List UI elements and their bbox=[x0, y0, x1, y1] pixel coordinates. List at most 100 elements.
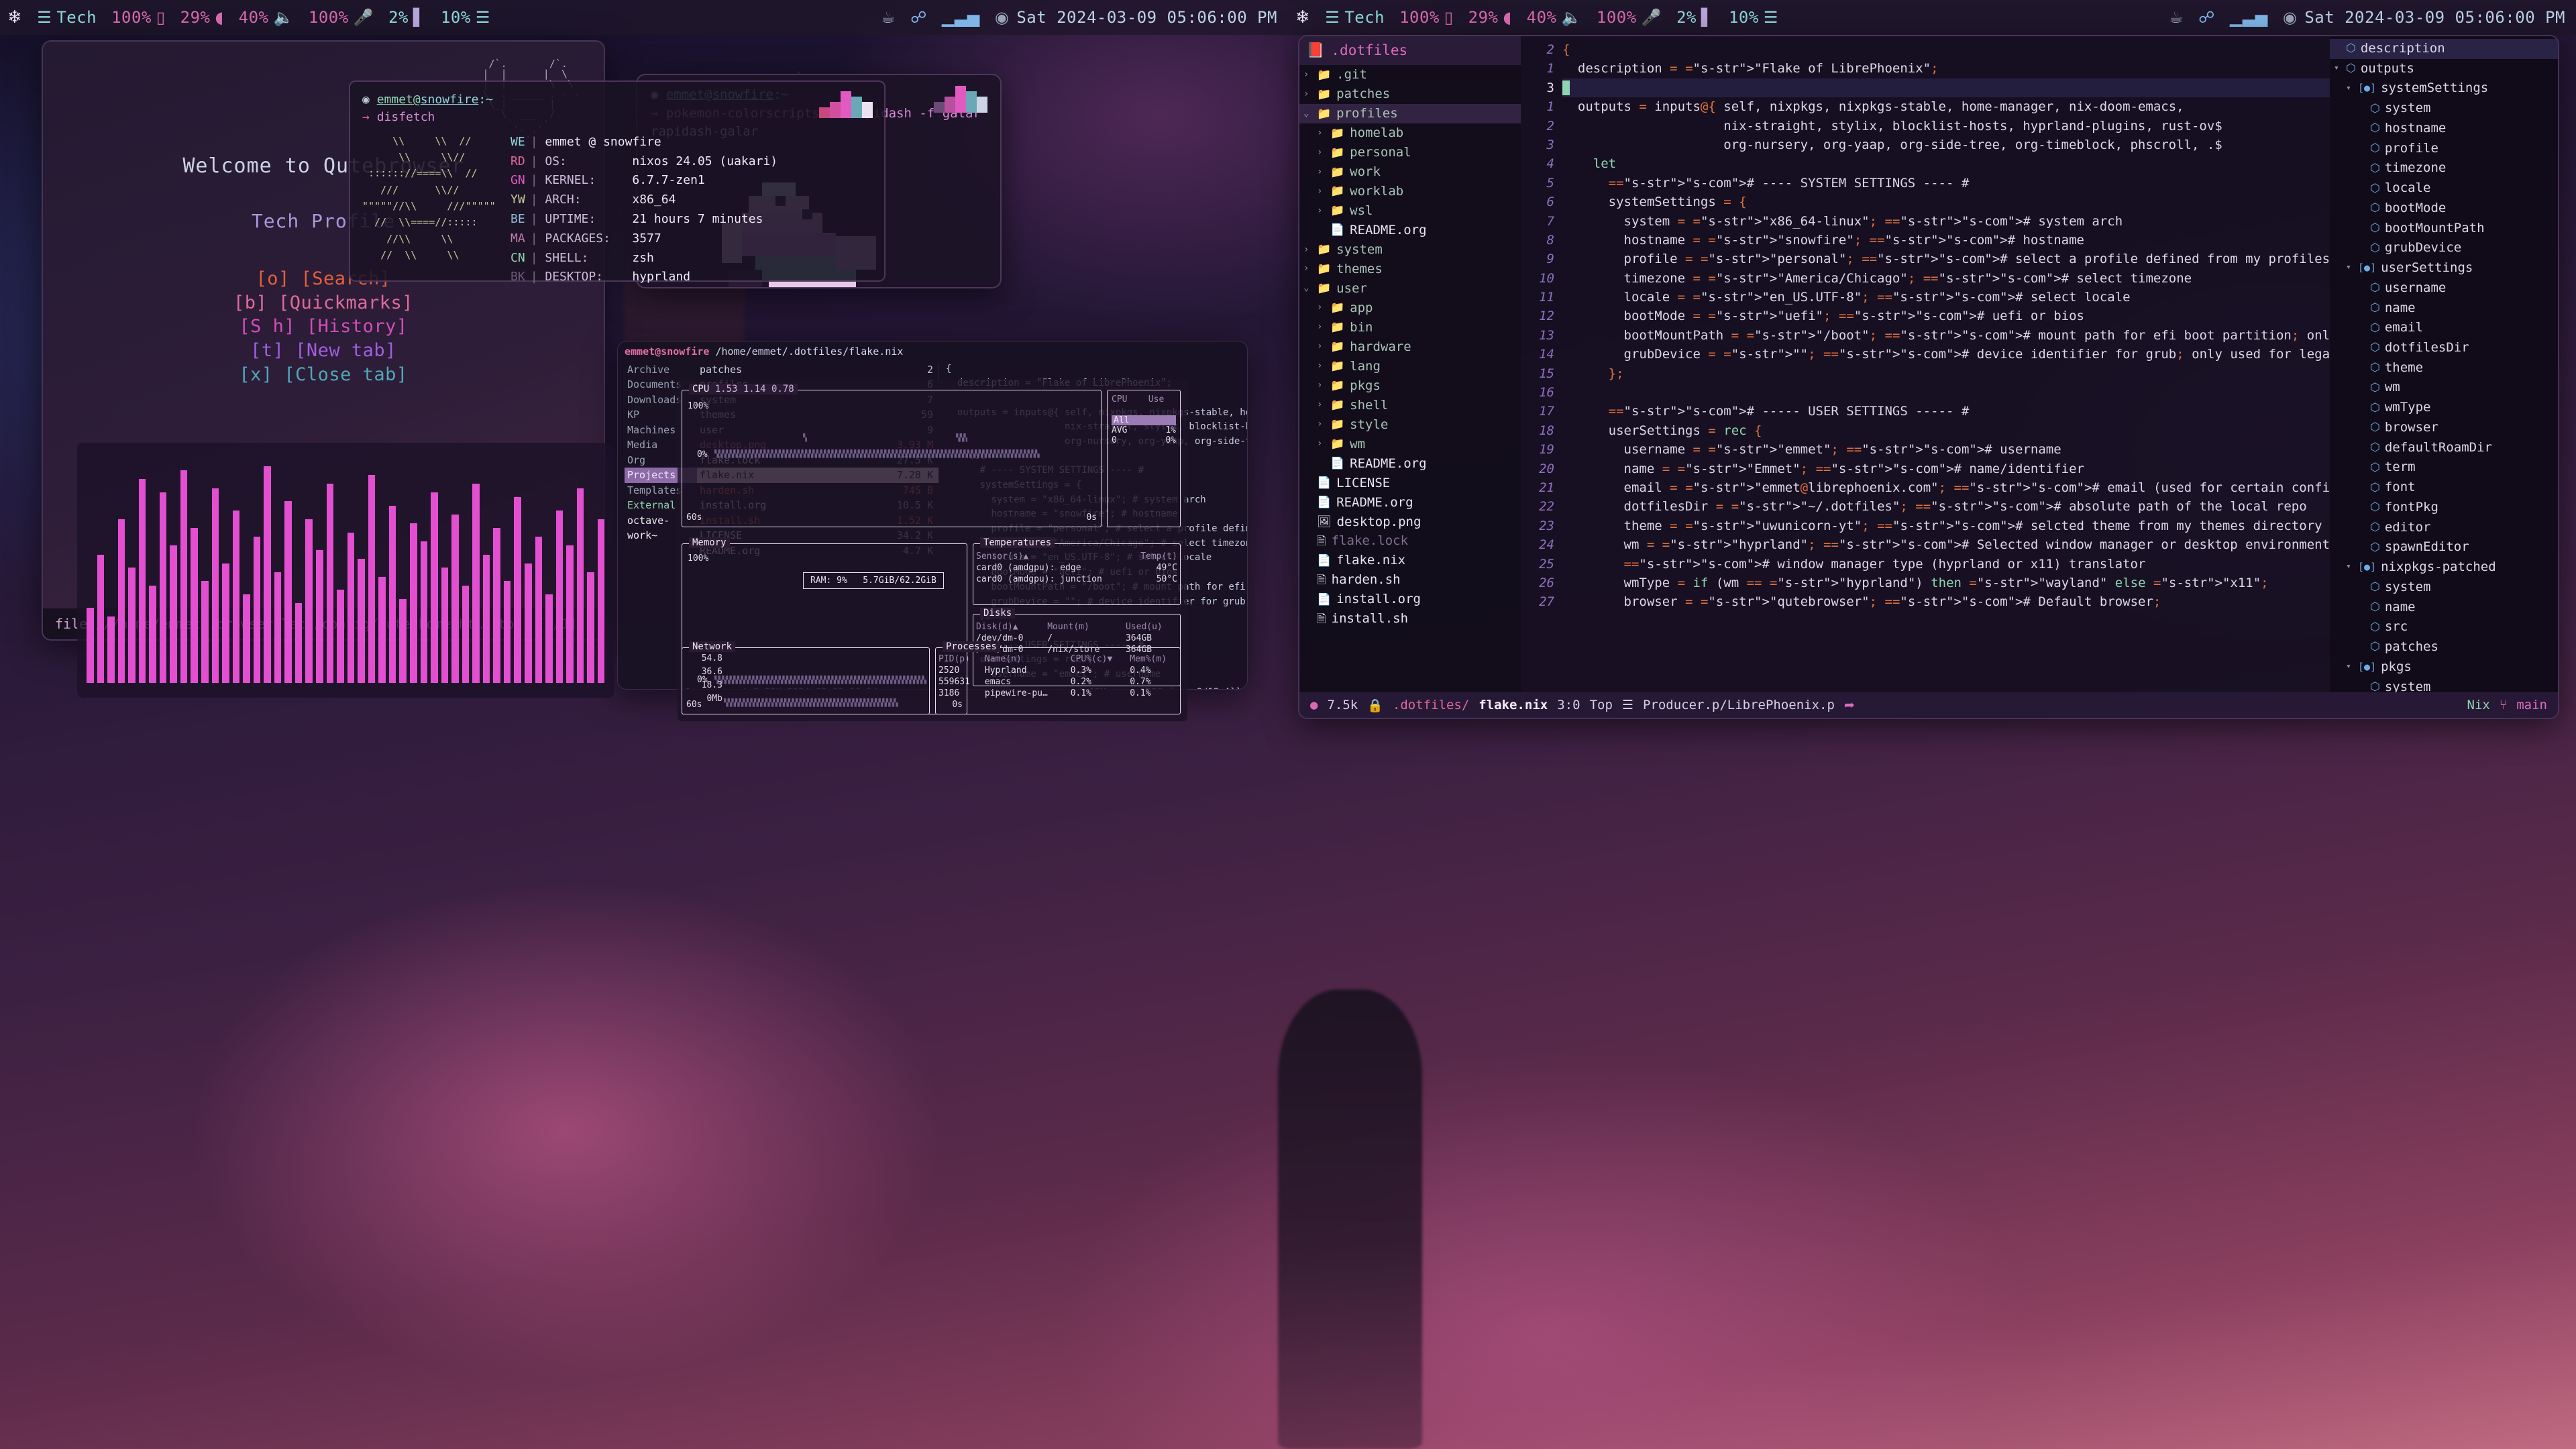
treemacs-node-user[interactable]: ⌄ 📁 user bbox=[1299, 279, 1521, 299]
outline-node-description[interactable]: ⬡ description bbox=[2330, 39, 2558, 59]
treemacs-node-personal[interactable]: › 📁 personal bbox=[1299, 143, 1521, 162]
chevron-down-icon[interactable]: ⌄ bbox=[1303, 282, 1311, 295]
treemacs-node-style[interactable]: › 📁 style bbox=[1299, 415, 1521, 435]
treemacs-node-readmeorg[interactable]: 📄 README.org bbox=[1299, 454, 1521, 474]
btop-cpu-side-panel[interactable]: CPU Use All AVG 1% 0 0% bbox=[1107, 390, 1181, 527]
treemacs-node-system[interactable]: › 📁 system bbox=[1299, 240, 1521, 260]
treemacs-node-themes[interactable]: › 📁 themes bbox=[1299, 260, 1521, 279]
disfetch-terminal-window[interactable]: ◉ emmet@snowfire:~ → disfetch \\ \\ // \… bbox=[349, 80, 885, 284]
volume-module-right[interactable]: 40% 🔈 bbox=[1519, 8, 1589, 27]
coffee-off-icon-right[interactable]: ☕ bbox=[2161, 8, 2191, 27]
treemacs-node-hardensh[interactable]: 🗎 harden.sh bbox=[1299, 570, 1521, 590]
outline-node-wm[interactable]: ⬡ wm bbox=[2330, 378, 2558, 398]
outline-node-wmtype[interactable]: ⬡ wmType bbox=[2330, 398, 2558, 418]
microphone-module-right[interactable]: 100% 🎤 bbox=[1589, 8, 1669, 27]
bluetooth-icon-right[interactable]: ☍ bbox=[2191, 8, 2222, 27]
outline-node-pkgs[interactable]: ▾ [●] pkgs bbox=[2330, 657, 2558, 678]
treemacs-node-lang[interactable]: › 📁 lang bbox=[1299, 357, 1521, 376]
outline-node-theme[interactable]: ⬡ theme bbox=[2330, 358, 2558, 378]
emacs-outline-sidebar[interactable]: ⬡ description ▾ ⬡ outputs ▾ [●] systemSettings ⬡… bbox=[2330, 36, 2558, 692]
treemacs-node-wsl[interactable]: › 📁 wsl bbox=[1299, 201, 1521, 221]
treemacs-node-patches[interactable]: › 📁 patches bbox=[1299, 85, 1521, 104]
btop-system-monitor[interactable]: CPU 1.53 1.14 0.78 100% 0% ▚▚▚▚▚▚▚▚▚▚▚▚▚… bbox=[678, 379, 1187, 721]
code-text[interactable]: { description = ="s-str">"Flake of Libre… bbox=[1562, 36, 2330, 692]
emacs-treemacs-sidebar[interactable]: 📕 .dotfiles › 📁 .git › 📁 patches ⌄ 📁 profiles › 📁 h… bbox=[1299, 36, 1521, 692]
outline-node-term[interactable]: ⬡ term bbox=[2330, 458, 2558, 478]
microphone-module[interactable]: 100% 🎤 bbox=[301, 8, 381, 27]
chevron-right-icon[interactable]: › bbox=[1317, 205, 1325, 218]
btop-proc-row[interactable]: 3186 pipewire-pu… 0.1% 0.1% bbox=[936, 688, 1180, 699]
treemacs-node-readmeorg[interactable]: 📄 README.org bbox=[1299, 493, 1521, 513]
outline-node-outputs[interactable]: ▾ ⬡ outputs bbox=[2330, 59, 2558, 79]
memory-module[interactable]: 10% ☰ bbox=[433, 8, 498, 27]
treemacs-project-header[interactable]: 📕 .dotfiles bbox=[1299, 36, 1521, 66]
outline-node-src[interactable]: ⬡ src bbox=[2330, 617, 2558, 637]
chevron-right-icon[interactable]: › bbox=[1317, 418, 1325, 431]
outline-node-name[interactable]: ⬡ name bbox=[2330, 299, 2558, 319]
chevron-right-icon[interactable]: › bbox=[1317, 166, 1325, 179]
btop-proc-row[interactable]: 559631 emacs 0.2% 0.7% bbox=[936, 676, 1180, 688]
chevron-right-icon[interactable]: › bbox=[1303, 68, 1311, 82]
memory-module-right[interactable]: 10% ☰ bbox=[1721, 8, 1786, 27]
outline-node-locale[interactable]: ⬡ locale bbox=[2330, 178, 2558, 199]
outline-node-editor[interactable]: ⬡ editor bbox=[2330, 518, 2558, 538]
cpu-module-right[interactable]: 2% ▌ bbox=[1669, 8, 1721, 27]
brightness-module[interactable]: 29% ◖ bbox=[173, 8, 231, 27]
outline-node-grubdevice[interactable]: ⬡ grubDevice bbox=[2330, 238, 2558, 258]
outline-node-profile[interactable]: ⬡ profile bbox=[2330, 139, 2558, 159]
treemacs-node-pkgs[interactable]: › 📁 pkgs bbox=[1299, 376, 1521, 396]
cpu-module[interactable]: 2% ▌ bbox=[381, 8, 433, 27]
outline-node-nixpkgs-patched[interactable]: ▾ [●] nixpkgs-patched bbox=[2330, 557, 2558, 578]
clock[interactable]: Sat 2024-03-09 05:06:00 PM bbox=[1016, 8, 1288, 27]
chevron-down-icon[interactable]: ▾ bbox=[2346, 83, 2353, 95]
wifi-icon[interactable]: ▁▃▅ bbox=[934, 8, 987, 27]
coffee-off-icon[interactable]: ☕ bbox=[873, 8, 903, 27]
btop-cpu-core-row[interactable]: All bbox=[1112, 415, 1176, 425]
outline-node-defaultroamdir[interactable]: ⬡ defaultRoamDir bbox=[2330, 438, 2558, 458]
outline-node-system[interactable]: ⬡ system bbox=[2330, 578, 2558, 598]
volume-module[interactable]: 40% 🔈 bbox=[231, 8, 301, 27]
chevron-right-icon[interactable]: › bbox=[1317, 127, 1325, 140]
treemacs-node-installorg[interactable]: 📄 install.org bbox=[1299, 590, 1521, 609]
ranger-parent-item[interactable]: Archive bbox=[625, 362, 697, 378]
treemacs-node-wm[interactable]: › 📁 wm bbox=[1299, 435, 1521, 454]
outline-node-systemsettings[interactable]: ▾ [●] systemSettings bbox=[2330, 78, 2558, 99]
outline-node-font[interactable]: ⬡ font bbox=[2330, 478, 2558, 498]
quicklink-close-tab[interactable]: [x] [Close tab] bbox=[43, 363, 604, 387]
outline-node-spawneditor[interactable]: ⬡ spawnEditor bbox=[2330, 537, 2558, 557]
quicklink-quickmarks[interactable]: [b] [Quickmarks] bbox=[43, 291, 604, 315]
outline-node-fontpkg[interactable]: ⬡ fontPkg bbox=[2330, 498, 2558, 518]
emacs-buffer[interactable]: 2 1 3 1 2 3 4 5 6 7 8 9 10 11 12 13 14 15 16 17 18 19 20 21 22 23… bbox=[1521, 36, 2330, 692]
outline-node-browser[interactable]: ⬡ browser bbox=[2330, 418, 2558, 438]
btop-temp-row[interactable]: card0 (amdgpu): junction 50°C bbox=[973, 574, 1180, 585]
treemacs-node-flakelock[interactable]: 🗎 flake.lock bbox=[1299, 531, 1521, 551]
chevron-right-icon[interactable]: › bbox=[1317, 340, 1325, 354]
cava-audio-visualizer[interactable] bbox=[77, 443, 614, 698]
chevron-right-icon[interactable]: › bbox=[1303, 244, 1311, 257]
btop-network-panel[interactable]: Network 54.8 36.6 18.3 0Mb ▚▚▚▚▚▚▚▚▚▚▚▚▚▚▚▚… bbox=[682, 641, 930, 714]
chevron-right-icon[interactable]: › bbox=[1303, 88, 1311, 101]
btop-proc-row[interactable]: 2520 Hyprland 0.3% 0.4% bbox=[936, 665, 1180, 676]
treemacs-node-bin[interactable]: › 📁 bin bbox=[1299, 318, 1521, 337]
treemacs-node-readmeorg[interactable]: 📄 README.org bbox=[1299, 221, 1521, 240]
btop-temperatures-panel[interactable]: Temperatures Sensor(s)▲ Temp(t) card0 (a… bbox=[973, 537, 1181, 605]
emacs-editor-window[interactable]: 📕 .dotfiles › 📁 .git › 📁 patches ⌄ 📁 profiles › 📁 h… bbox=[1298, 35, 2559, 719]
btop-processes-panel[interactable]: Processes PID(p) Name(n) CPU%(c)▼ Mem%(m… bbox=[935, 641, 1181, 714]
btop-cpu-panel[interactable]: CPU 1.53 1.14 0.78 100% 0% ▚▚▚▚▚▚▚▚▚▚▚▚▚… bbox=[682, 384, 1102, 527]
workspace-indicator[interactable]: ☰ Tech bbox=[30, 8, 104, 27]
battery-module[interactable]: 100% ▯ bbox=[104, 8, 173, 27]
outline-node-system[interactable]: ⬡ system bbox=[2330, 678, 2558, 693]
chevron-right-icon[interactable]: › bbox=[1317, 185, 1325, 199]
btop-cpu-core-row[interactable]: AVG 1% bbox=[1112, 425, 1176, 435]
chevron-down-icon[interactable]: ▾ bbox=[2346, 262, 2353, 274]
btop-disk-row[interactable]: /dev/dm-0/364GB bbox=[973, 633, 1180, 644]
chevron-right-icon[interactable]: › bbox=[1317, 146, 1325, 160]
btop-temp-row[interactable]: card0 (amdgpu): edge 49°C bbox=[973, 562, 1180, 574]
treemacs-node-homelab[interactable]: › 📁 homelab bbox=[1299, 123, 1521, 143]
outline-node-hostname[interactable]: ⬡ hostname bbox=[2330, 119, 2558, 139]
chevron-right-icon[interactable]: › bbox=[1317, 398, 1325, 412]
chevron-right-icon[interactable]: › bbox=[1317, 321, 1325, 334]
disc-icon-right[interactable]: ◉ bbox=[2275, 8, 2304, 27]
outline-node-bootmode[interactable]: ⬡ bootMode bbox=[2330, 199, 2558, 219]
outline-node-bootmountpath[interactable]: ⬡ bootMountPath bbox=[2330, 219, 2558, 239]
